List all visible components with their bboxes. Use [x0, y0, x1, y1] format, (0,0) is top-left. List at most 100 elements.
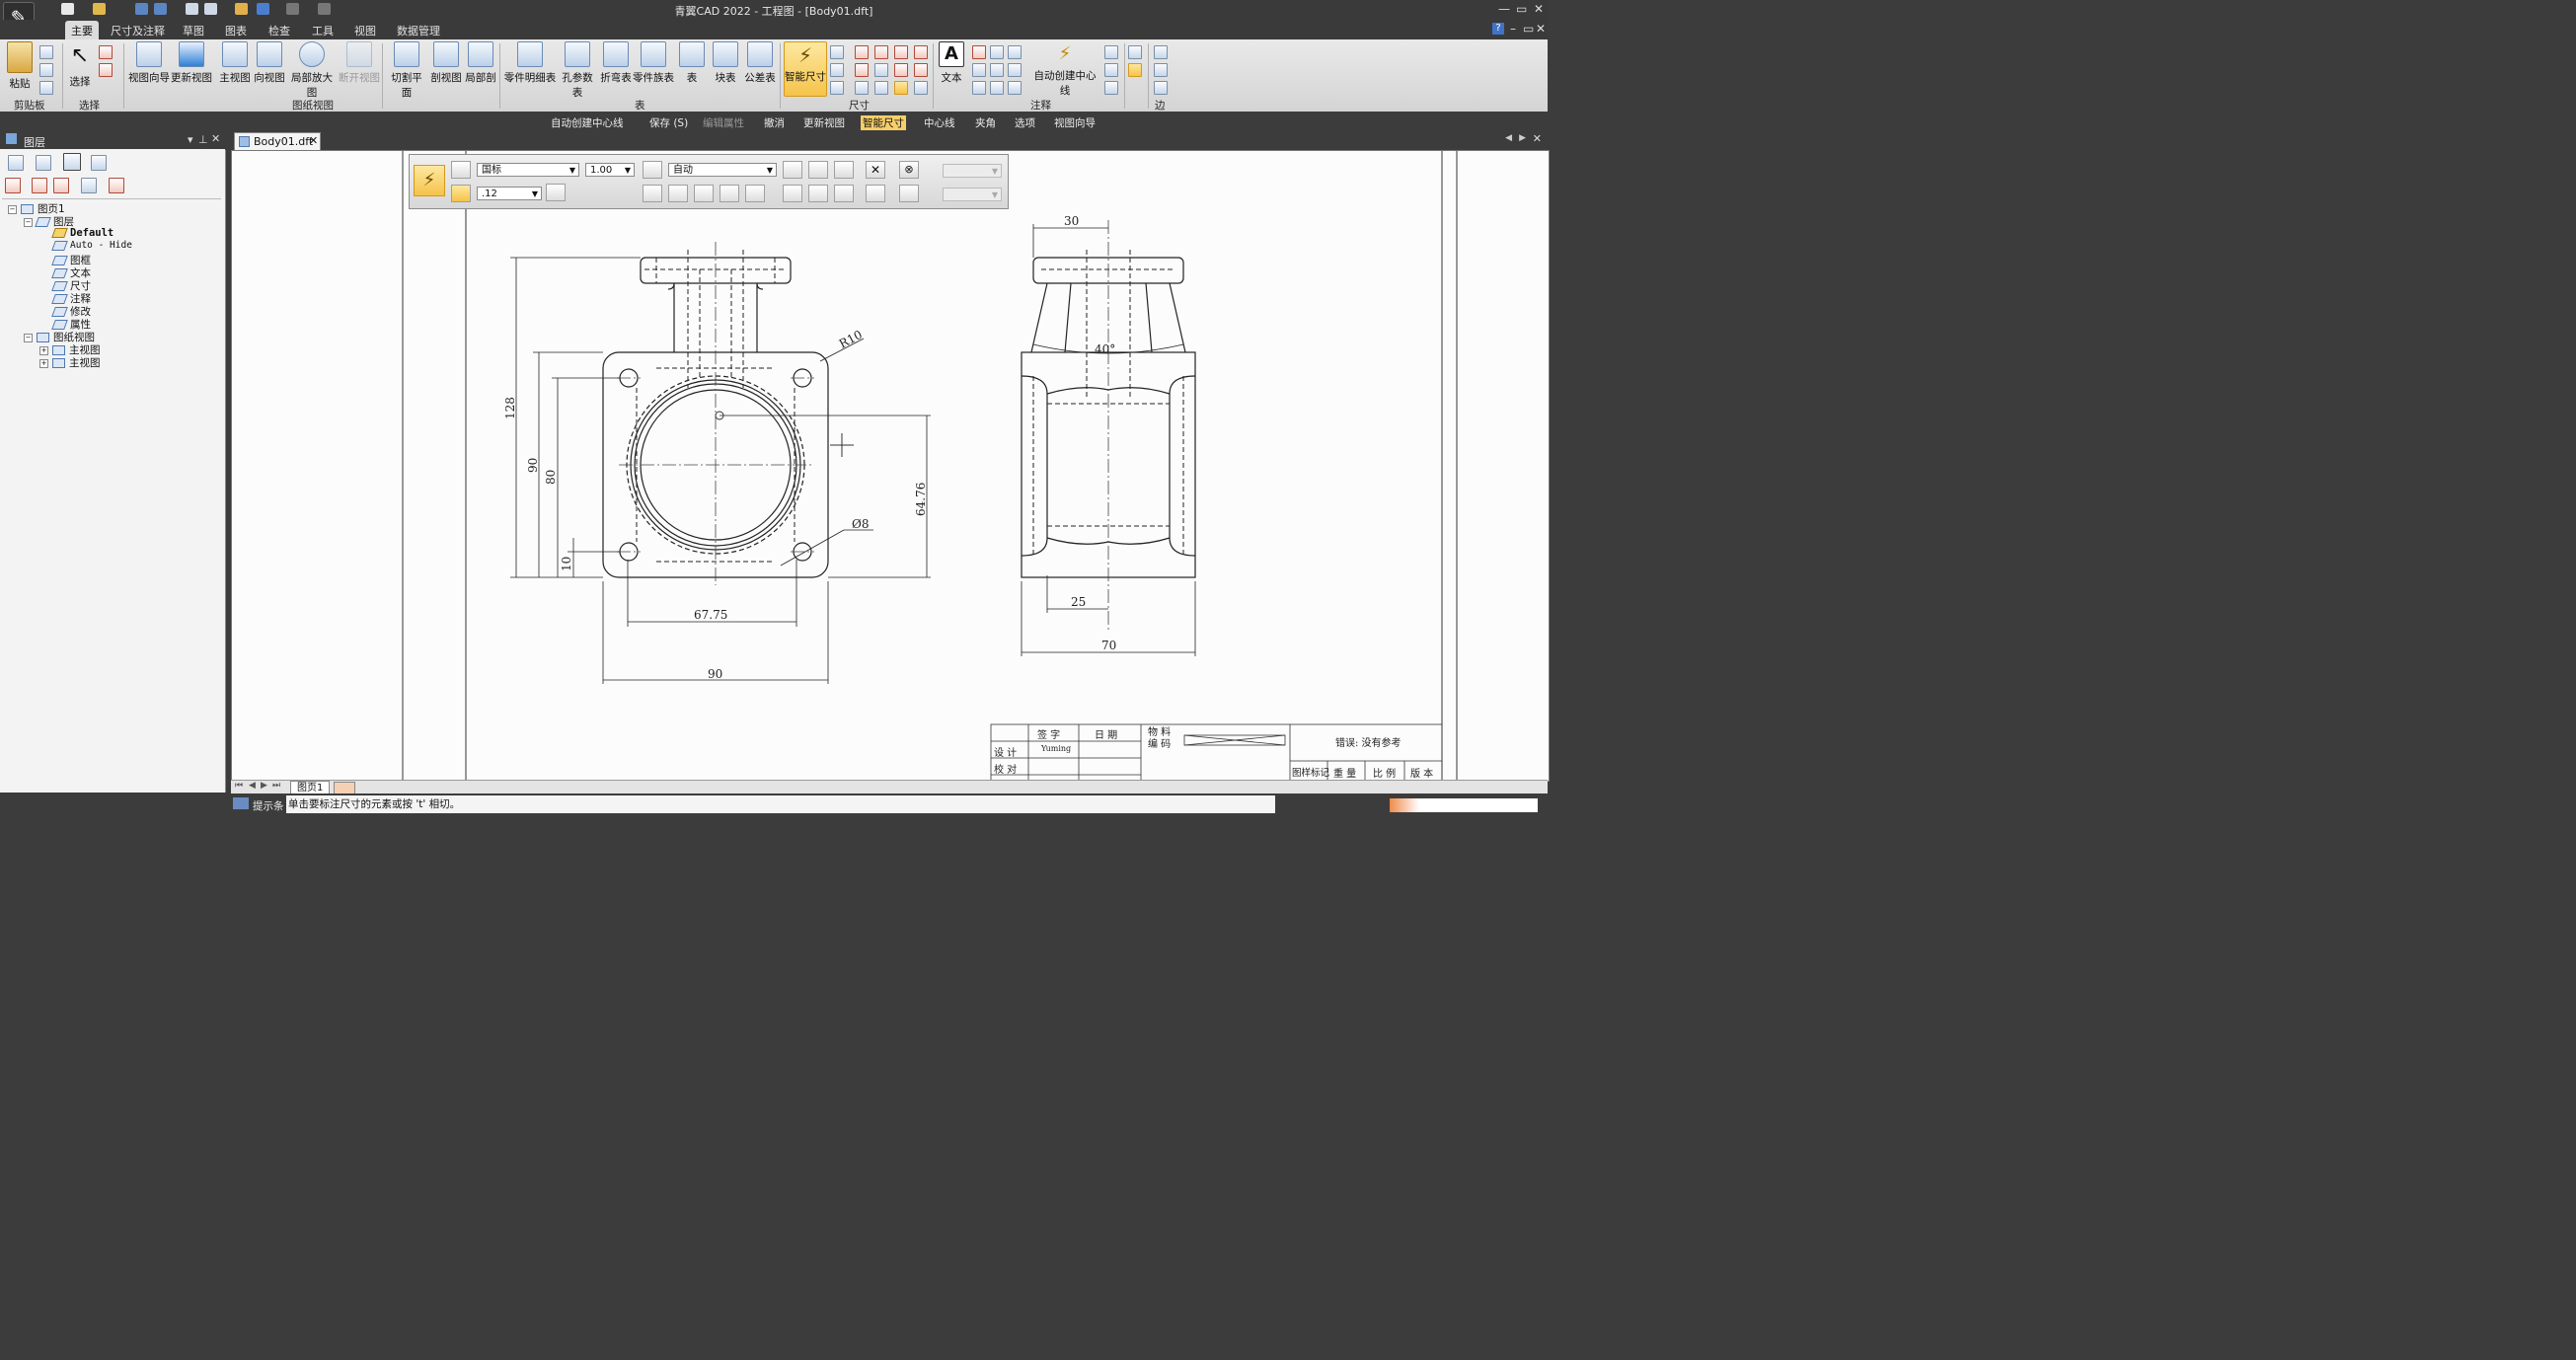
bend-table-button[interactable]: 折弯表 [599, 41, 633, 85]
dim-ordinate-icon[interactable] [914, 45, 928, 59]
leader-icon[interactable] [972, 45, 986, 59]
pathfinder-icon[interactable] [8, 155, 24, 171]
cmd-save[interactable]: 保存 (S) [649, 115, 688, 130]
detail-view-button[interactable]: 局部放大图 [286, 41, 338, 100]
cmd-view-wizard[interactable]: 视图向导 [1054, 115, 1096, 130]
symmetric-dim-icon[interactable] [783, 185, 802, 202]
drawing-canvas[interactable]: 128 90 80 10 R10 64.76 Ø8 67.75 90 30 40… [231, 150, 1550, 782]
edit-dim-icon[interactable] [866, 185, 885, 202]
sheet-prev-icon[interactable]: ◀ [249, 781, 256, 791]
mode-select[interactable]: 自动 ▼ [668, 163, 777, 177]
delete-layer-icon[interactable] [109, 178, 124, 193]
sheet-last-icon[interactable]: ⏭ [272, 781, 280, 791]
dim-grid-icon[interactable] [894, 81, 908, 95]
tab-close-icon[interactable]: ✕ [309, 134, 318, 147]
smart-dimension-mode-icon[interactable]: ⚡ [414, 165, 445, 196]
tree-view-2[interactable]: + 主视图 [39, 355, 101, 370]
scale-select[interactable]: 1.00 ▼ [585, 163, 635, 177]
direction-view-button[interactable]: 向视图 [253, 41, 286, 85]
undo-icon[interactable] [257, 3, 269, 15]
dim-25[interactable]: 25 [1071, 595, 1086, 609]
document-tab[interactable]: Body01.dft ✕ [234, 132, 321, 151]
surface-texture-icon[interactable] [972, 81, 986, 95]
expand-icon[interactable]: + [39, 345, 48, 355]
dim-vertical-icon[interactable] [668, 185, 688, 202]
dim-80[interactable]: 80 [544, 470, 558, 485]
select-tool-icon[interactable] [99, 45, 113, 59]
properties-icon[interactable] [186, 3, 198, 15]
hide-layer-icon[interactable] [53, 178, 69, 193]
dim-symmetric-icon[interactable] [894, 45, 908, 59]
cmd-angle[interactable]: 夹角 [975, 115, 996, 130]
centermark-icon[interactable] [1104, 63, 1118, 77]
dim-arc-icon[interactable] [894, 63, 908, 77]
dim-90-vertical[interactable]: 90 [526, 458, 540, 473]
cube-wire-icon[interactable] [1154, 63, 1168, 77]
dim-r10[interactable]: R10 [837, 328, 865, 351]
balloon-icon[interactable] [972, 63, 986, 77]
collapse-icon[interactable]: − [24, 333, 33, 342]
help-icon[interactable]: ? [1492, 23, 1504, 35]
redo-icon[interactable] [286, 3, 299, 15]
dim-67-75[interactable]: 67.75 [694, 608, 727, 622]
dim-radial-icon[interactable] [720, 185, 739, 202]
tab-charts[interactable]: 图表 [225, 23, 247, 38]
customize-icon[interactable] [318, 3, 331, 15]
dim-by-2-points-icon[interactable] [694, 185, 714, 202]
tree-layer-auto-hide[interactable]: Auto - Hide [51, 240, 132, 251]
new-layer-icon[interactable] [5, 178, 21, 193]
dim-horizontal-icon[interactable] [643, 185, 662, 202]
restore-icon[interactable]: ▭ [1516, 2, 1527, 16]
edge-display-icon[interactable] [1128, 45, 1142, 59]
save-all-icon[interactable] [154, 3, 167, 15]
dim-style-icon[interactable] [914, 63, 928, 77]
cmd-centerline[interactable]: 中心线 [924, 115, 955, 130]
minimize-icon[interactable]: — [1498, 2, 1510, 16]
panel-close-icon[interactable]: ✕ [211, 132, 220, 145]
dim-coordinate-icon[interactable] [874, 45, 888, 59]
cmd-edit-properties[interactable]: 编辑属性 [703, 115, 744, 130]
select-button[interactable]: ↖ 选择 [67, 41, 93, 89]
tolerance-table-button[interactable]: 公差表 [743, 41, 777, 85]
pin-icon[interactable]: ⊥ [198, 133, 208, 146]
callout-icon[interactable] [1008, 45, 1022, 59]
standard-select[interactable]: 国标 ▼ [477, 163, 579, 177]
dim-linear-icon[interactable] [830, 45, 844, 59]
tab-dimensions[interactable]: 尺寸及注释 [111, 23, 165, 38]
new-icon[interactable] [61, 3, 74, 15]
dim-radius-icon[interactable] [855, 45, 869, 59]
angle-dim-icon[interactable] [834, 161, 854, 179]
cut-icon[interactable] [39, 45, 53, 59]
break-view-button[interactable]: 断开视图 [339, 41, 380, 85]
dim-attach-icon[interactable] [914, 81, 928, 95]
dim-diametral-icon[interactable] [745, 185, 765, 202]
dim-70[interactable]: 70 [1101, 639, 1116, 652]
dim-angle-icon[interactable] [830, 81, 844, 95]
tab-main[interactable]: 主要 [65, 21, 99, 41]
show-layer-icon[interactable] [32, 178, 47, 193]
help-tab-icon[interactable] [91, 155, 107, 171]
bolt-hole-circle-icon[interactable] [1104, 81, 1118, 95]
view-wizard-button[interactable]: 视图向导 [128, 41, 170, 85]
doc-restore-icon[interactable]: ▭ [1523, 22, 1534, 36]
cmd-options[interactable]: 选项 [1015, 115, 1035, 130]
cmd-undo[interactable]: 撤消 [764, 115, 785, 130]
tree-layer-default[interactable]: Default [51, 227, 114, 239]
auto-centerline-button[interactable]: ⚡ 自动创建中心线 [1029, 41, 1100, 98]
main-view-button[interactable]: 主视图 [218, 41, 252, 85]
rotate-dim-icon[interactable] [808, 161, 828, 179]
paste-button[interactable]: 粘贴 [6, 41, 34, 91]
clipboard-icon[interactable] [235, 3, 248, 15]
edge-hide-icon[interactable] [1128, 63, 1142, 77]
partial-section-button[interactable]: 局部剖 [464, 41, 497, 85]
dim-style-table-icon[interactable] [451, 161, 471, 179]
table-button[interactable]: 表 [679, 41, 705, 85]
dim-chamfer-icon[interactable] [855, 81, 869, 95]
dim-angle-40[interactable]: 40° [1095, 342, 1115, 356]
print-icon[interactable] [204, 3, 217, 15]
collapse-icon[interactable]: − [24, 217, 33, 227]
tab-view[interactable]: 视图 [354, 23, 376, 38]
datum-icon[interactable] [990, 63, 1004, 77]
open-icon[interactable] [93, 3, 106, 15]
cmd-auto-centerline[interactable]: 自动创建中心线 [551, 115, 624, 130]
